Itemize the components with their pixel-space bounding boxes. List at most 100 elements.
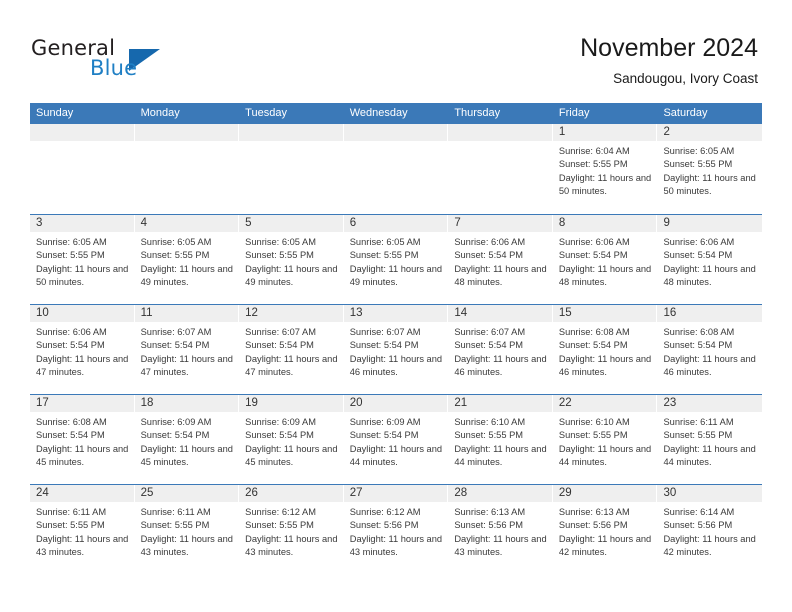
day-number: 16 (663, 307, 677, 319)
calendar-day-cell[interactable]: 8 Sunrise: 6:06 AM Sunset: 5:54 PM Daylight… (552, 215, 658, 304)
day-number: 6 (349, 217, 357, 229)
day-number: 12 (245, 307, 258, 319)
calendar-day-cell[interactable]: 26 Sunrise: 6:12 AM Sunset: 5:55 PM Dayligh… (239, 485, 344, 574)
calendar-page: General Blue November 2024 Sandougou, Iv… (0, 0, 792, 612)
day-sun-info: Sunrise: 6:11 AM Sunset: 5:55 PM Daylight:… (30, 502, 135, 559)
sunset-text: Sunset: 5:55 PM (245, 520, 314, 531)
day-sun-info: Sunrise: 6:06 AM Sunset: 5:54 PM Daylight:… (657, 232, 762, 289)
calendar-day-cell[interactable]: 6 Sunrise: 6:05 AM Sunset: 5:55 PM Daylight… (343, 215, 449, 304)
sunset-text: Sunset: 5:54 PM (245, 340, 314, 351)
calendar-day-cell[interactable]: 14 Sunrise: 6:07 AM Sunset: 5:54 PM Dayligh… (448, 305, 553, 394)
daylight-text: Daylight: 11 hours and 50 minutes. (36, 263, 129, 287)
sunrise-text: Sunrise: 6:13 AM (454, 507, 526, 517)
day-number-bar: 10 (30, 305, 135, 322)
day-number: 5 (245, 217, 252, 229)
daylight-text: Daylight: 11 hours and 50 minutes. (663, 172, 756, 196)
daylight-text: Daylight: 11 hours and 43 minutes. (454, 533, 547, 557)
daylight-text: Daylight: 11 hours and 43 minutes. (140, 533, 233, 557)
daylight-text: Daylight: 11 hours and 43 minutes. (36, 533, 129, 557)
day-number-bar: 14 (448, 305, 553, 322)
calendar-day-cell[interactable]: 16 Sunrise: 6:08 AM Sunset: 5:54 PM Dayligh… (657, 305, 763, 394)
day-sun-info: Sunrise: 6:07 AM Sunset: 5:54 PM Daylight:… (448, 322, 553, 379)
daylight-text: Daylight: 11 hours and 48 minutes. (558, 263, 652, 287)
calendar-day-cell[interactable]: 21 Sunrise: 6:10 AM Sunset: 5:55 PM Dayligh… (448, 395, 553, 484)
calendar-day-cell[interactable]: 9 Sunrise: 6:06 AM Sunset: 5:54 PM Daylight… (657, 215, 763, 304)
day-number: 22 (558, 397, 572, 409)
sunset-text: Sunset: 5:54 PM (140, 430, 210, 441)
daylight-text: Daylight: 11 hours and 49 minutes. (140, 263, 233, 287)
calendar-week-row: 24 Sunrise: 6:11 AM Sunset: 5:55 PM Dayligh… (30, 484, 763, 574)
calendar-day-cell[interactable]: 28 Sunrise: 6:13 AM Sunset: 5:56 PM Dayligh… (448, 485, 553, 574)
day-number-bar: 23 (657, 395, 763, 412)
calendar-day-cell[interactable]: 2 Sunrise: 6:05 AM Sunset: 5:55 PM Daylight… (657, 124, 763, 214)
sunrise-text: Sunrise: 6:06 AM (454, 237, 526, 247)
calendar-day-cell[interactable]: 1 Sunrise: 6:04 AM Sunset: 5:55 PM Daylight… (552, 124, 658, 214)
calendar-day-cell[interactable]: 25 Sunrise: 6:11 AM Sunset: 5:55 PM Dayligh… (134, 485, 240, 574)
day-sun-info: Sunrise: 6:05 AM Sunset: 5:55 PM Daylight:… (239, 232, 344, 289)
calendar-day-cell[interactable]: 15 Sunrise: 6:08 AM Sunset: 5:54 PM Dayligh… (552, 305, 658, 394)
day-number: 25 (140, 487, 154, 499)
calendar-day-cell-empty (343, 124, 449, 214)
sunrise-text: Sunrise: 6:12 AM (245, 507, 316, 517)
calendar-day-cell[interactable]: 11 Sunrise: 6:07 AM Sunset: 5:54 PM Dayligh… (134, 305, 240, 394)
calendar-day-cell[interactable]: 12 Sunrise: 6:07 AM Sunset: 5:54 PM Dayligh… (239, 305, 344, 394)
sunset-text: Sunset: 5:54 PM (454, 340, 524, 351)
calendar-day-cell[interactable]: 10 Sunrise: 6:06 AM Sunset: 5:54 PM Dayligh… (30, 305, 135, 394)
day-number-bar: 18 (134, 395, 240, 412)
daylight-text: Daylight: 11 hours and 43 minutes. (349, 533, 443, 557)
day-number: 4 (140, 217, 147, 229)
daylight-text: Daylight: 11 hours and 44 minutes. (558, 443, 652, 467)
sunrise-text: Sunrise: 6:06 AM (36, 327, 107, 337)
daylight-text: Daylight: 11 hours and 47 minutes. (140, 353, 233, 377)
weekday-header-friday: Friday (558, 107, 590, 119)
calendar-week-row: 1 Sunrise: 6:04 AM Sunset: 5:55 PM Daylight… (30, 124, 763, 214)
day-sun-info: Sunrise: 6:06 AM Sunset: 5:54 PM Daylight:… (448, 232, 553, 289)
sunrise-text: Sunrise: 6:14 AM (663, 507, 735, 517)
day-number-bar (343, 124, 449, 141)
day-number-bar: 27 (343, 485, 449, 502)
sunset-text: Sunset: 5:55 PM (349, 250, 419, 261)
calendar-day-cell[interactable]: 7 Sunrise: 6:06 AM Sunset: 5:54 PM Daylight… (448, 215, 553, 304)
sunrise-text: Sunrise: 6:09 AM (245, 417, 316, 427)
calendar-day-cell[interactable]: 30 Sunrise: 6:14 AM Sunset: 5:56 PM Dayligh… (657, 485, 763, 574)
calendar-week-row: 17 Sunrise: 6:08 AM Sunset: 5:54 PM Dayligh… (30, 394, 763, 484)
calendar-day-cell[interactable]: 22 Sunrise: 6:10 AM Sunset: 5:55 PM Dayligh… (552, 395, 658, 484)
day-sun-info: Sunrise: 6:12 AM Sunset: 5:55 PM Daylight:… (239, 502, 344, 559)
day-number-bar: 4 (134, 215, 240, 232)
calendar-day-cell[interactable]: 27 Sunrise: 6:12 AM Sunset: 5:56 PM Dayligh… (343, 485, 449, 574)
day-number: 19 (245, 397, 258, 409)
day-number-bar: 12 (239, 305, 344, 322)
daylight-text: Daylight: 11 hours and 45 minutes. (140, 443, 233, 467)
sunrise-text: Sunrise: 6:05 AM (140, 237, 212, 247)
day-sun-info: Sunrise: 6:10 AM Sunset: 5:55 PM Daylight:… (553, 412, 658, 469)
calendar-day-cell[interactable]: 24 Sunrise: 6:11 AM Sunset: 5:55 PM Dayligh… (30, 485, 135, 574)
sunset-text: Sunset: 5:55 PM (140, 250, 210, 261)
day-number-bar: 15 (552, 305, 658, 322)
calendar-day-cell[interactable]: 3 Sunrise: 6:05 AM Sunset: 5:55 PM Daylight… (30, 215, 135, 304)
day-number-bar: 3 (30, 215, 135, 232)
calendar-week-row: 3 Sunrise: 6:05 AM Sunset: 5:55 PM Daylight… (30, 214, 763, 304)
sunrise-text: Sunrise: 6:11 AM (140, 507, 211, 517)
daylight-text: Daylight: 11 hours and 50 minutes. (558, 172, 652, 196)
calendar-day-cell[interactable]: 5 Sunrise: 6:05 AM Sunset: 5:55 PM Daylight… (239, 215, 344, 304)
sunset-text: Sunset: 5:56 PM (558, 520, 628, 531)
sunset-text: Sunset: 5:55 PM (140, 520, 210, 531)
calendar-day-cell[interactable]: 18 Sunrise: 6:09 AM Sunset: 5:54 PM Dayligh… (134, 395, 240, 484)
daylight-text: Daylight: 11 hours and 49 minutes. (349, 263, 443, 287)
calendar-day-cell[interactable]: 29 Sunrise: 6:13 AM Sunset: 5:56 PM Dayligh… (552, 485, 658, 574)
sunrise-text: Sunrise: 6:11 AM (36, 507, 107, 517)
sunset-text: Sunset: 5:55 PM (36, 520, 105, 531)
sunrise-text: Sunrise: 6:12 AM (349, 507, 421, 517)
calendar-day-cell[interactable]: 13 Sunrise: 6:07 AM Sunset: 5:54 PM Dayligh… (343, 305, 449, 394)
calendar-day-cell[interactable]: 20 Sunrise: 6:09 AM Sunset: 5:54 PM Dayligh… (343, 395, 449, 484)
day-sun-info: Sunrise: 6:14 AM Sunset: 5:56 PM Daylight:… (657, 502, 762, 559)
calendar-day-cell[interactable]: 23 Sunrise: 6:11 AM Sunset: 5:55 PM Dayligh… (657, 395, 763, 484)
sunrise-text: Sunrise: 6:07 AM (140, 327, 212, 337)
calendar-day-cell[interactable]: 4 Sunrise: 6:05 AM Sunset: 5:55 PM Daylight… (134, 215, 240, 304)
page-title: November 2024 (580, 34, 758, 62)
weekday-header-thursday: Thursday (454, 107, 501, 119)
calendar-day-cell[interactable]: 17 Sunrise: 6:08 AM Sunset: 5:54 PM Dayligh… (30, 395, 135, 484)
calendar-day-cell[interactable]: 19 Sunrise: 6:09 AM Sunset: 5:54 PM Dayligh… (239, 395, 344, 484)
generalblue-logo[interactable]: General Blue (31, 36, 231, 86)
sunrise-text: Sunrise: 6:05 AM (663, 146, 735, 156)
